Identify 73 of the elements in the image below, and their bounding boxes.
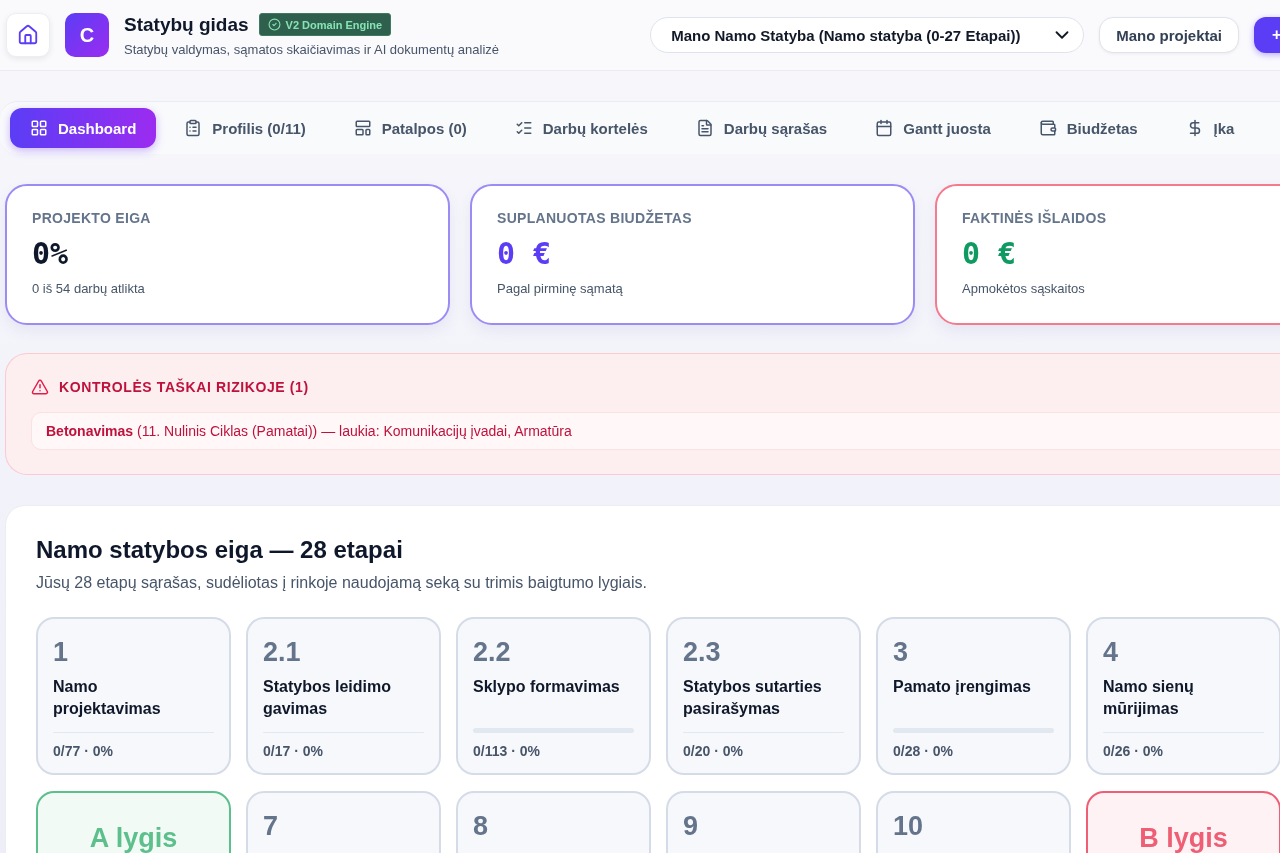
stage-card[interactable]: 3 Pamato įrengimas 0/28 · 0% <box>876 617 1071 775</box>
home-icon <box>17 24 39 46</box>
nav-tab[interactable]: Patalpos (0) <box>333 108 487 148</box>
stage-card[interactable]: 1 Namo projektavimas 0/77 · 0% <box>36 617 231 775</box>
stage-number: 2.2 <box>473 637 512 668</box>
warning-icon <box>31 378 49 396</box>
stage-title: Namo projektavimas <box>53 677 162 719</box>
stage-card[interactable]: 10 <box>876 791 1071 853</box>
stat-note: Pagal pirminę sąmatą <box>497 281 624 296</box>
stage-reading: 0/20 · 0% <box>683 743 744 759</box>
calendar-icon <box>875 119 894 137</box>
add-button[interactable]: + <box>1254 17 1280 53</box>
checklist-icon <box>514 119 533 137</box>
stage-card[interactable]: 4 Namo sienų mūrijimas 0/26 · 0% <box>1086 617 1280 775</box>
stage-title: Statybos sutarties pasirašymas <box>683 677 823 719</box>
stage-reading: 0/17 · 0% <box>263 743 324 759</box>
stage-title: Sklypo formavimas <box>473 677 621 697</box>
stage-card[interactable]: 2.2 Sklypo formavimas 0/113 · 0% <box>456 617 651 775</box>
app-title: Statybų gidas <box>124 13 249 36</box>
stage-card[interactable]: 7 <box>246 791 441 853</box>
stage-number: 2.3 <box>683 637 722 668</box>
stage-number: 8 <box>473 811 490 842</box>
stage-number: 3 <box>893 637 910 668</box>
stage-title: Pamato įrengimas <box>893 677 1032 697</box>
app-logo: C <box>65 13 109 57</box>
stage-reading: 0/26 · 0% <box>1103 743 1164 759</box>
nav-tab[interactable]: Biudžetas <box>1018 108 1158 148</box>
stage-number: 7 <box>263 811 280 842</box>
stage-card[interactable]: 9 <box>666 791 861 853</box>
document-icon <box>695 119 714 137</box>
stat-value: 0 € <box>497 236 553 271</box>
project-select[interactable]: Mano Namo Statyba (Namo statyba (0-27 Etapai)) <box>650 17 1085 53</box>
nav-tab[interactable]: Profilis (0/11) <box>164 108 326 148</box>
stage-title: Namo sienų mūrijimas <box>1103 677 1195 719</box>
stage-number: 1 <box>53 637 70 668</box>
stat-note: 0 iš 54 darbų atlikta <box>32 281 146 296</box>
grid-icon <box>30 119 48 137</box>
stage-card[interactable]: 2.1 Statybos leidimo gavimas 0/17 · 0% <box>246 617 441 775</box>
stat-value: 0 € <box>962 236 1018 271</box>
clipboard-icon <box>184 119 203 137</box>
alert-item: Betonavimas (11. Nulinis Ciklas (Pamatai)) — laukia: Komunikacijų įvadai, Armatūra <box>31 412 1280 450</box>
check-circle-icon <box>267 18 281 31</box>
alert-title: KONTROLĖS TAŠKAI RIZIKOJE (1) <box>59 379 309 395</box>
app-subtitle: Statybų valdymas, sąmatos skaičiavimas ir AI dokumentų analizė <box>124 42 499 57</box>
stat-label: SUPLANUOTAS BIUDŽETAS <box>497 210 693 226</box>
stage-card[interactable]: 2.3 Statybos sutarties pasirašymas 0/20 · 0% <box>666 617 861 775</box>
stage-number: 10 <box>893 811 925 842</box>
stat-note: Apmokėtos sąskaitos <box>962 281 1086 296</box>
stat-value: 0% <box>32 236 70 271</box>
stat-label: FAKTINĖS IŠLAIDOS <box>962 210 1108 226</box>
stage-reading: 0/113 · 0% <box>473 743 541 759</box>
nav-tab[interactable]: Darbų sąrašas <box>675 108 848 148</box>
level-label: A lygis <box>89 823 178 853</box>
projects-button[interactable]: Mano projektai <box>1099 17 1239 53</box>
stage-card[interactable]: 8 <box>456 791 651 853</box>
stage-number: 2.1 <box>263 637 302 668</box>
nav-tab[interactable]: Darbų kortelės <box>494 108 668 148</box>
nav-tab[interactable]: Dashboard <box>10 108 157 148</box>
section-title: Namo statybos eiga — 28 etapai <box>36 536 404 564</box>
layout-icon <box>353 119 372 137</box>
home-button[interactable] <box>6 13 50 57</box>
nav-tab[interactable]: Gantt juosta <box>855 108 1011 148</box>
level-label: B lygis <box>1139 823 1228 853</box>
stage-number: 9 <box>683 811 700 842</box>
stat-label: PROJEKTO EIGA <box>32 210 152 226</box>
stage-number: 4 <box>1103 637 1120 668</box>
engine-badge: V2 Domain Engine <box>258 13 392 36</box>
stage-title: Statybos leidimo gavimas <box>263 677 393 719</box>
wallet-icon <box>1038 119 1057 137</box>
stage-reading: 0/77 · 0% <box>53 743 114 759</box>
stage-reading: 0/28 · 0% <box>893 743 954 759</box>
section-subtitle: Jūsų 28 etapų sąrašas, sudėliotas į rinkoje naudojamą seką su trimis baigtumo lygiais. <box>36 574 648 592</box>
nav-tab[interactable]: Įka <box>1165 108 1255 148</box>
